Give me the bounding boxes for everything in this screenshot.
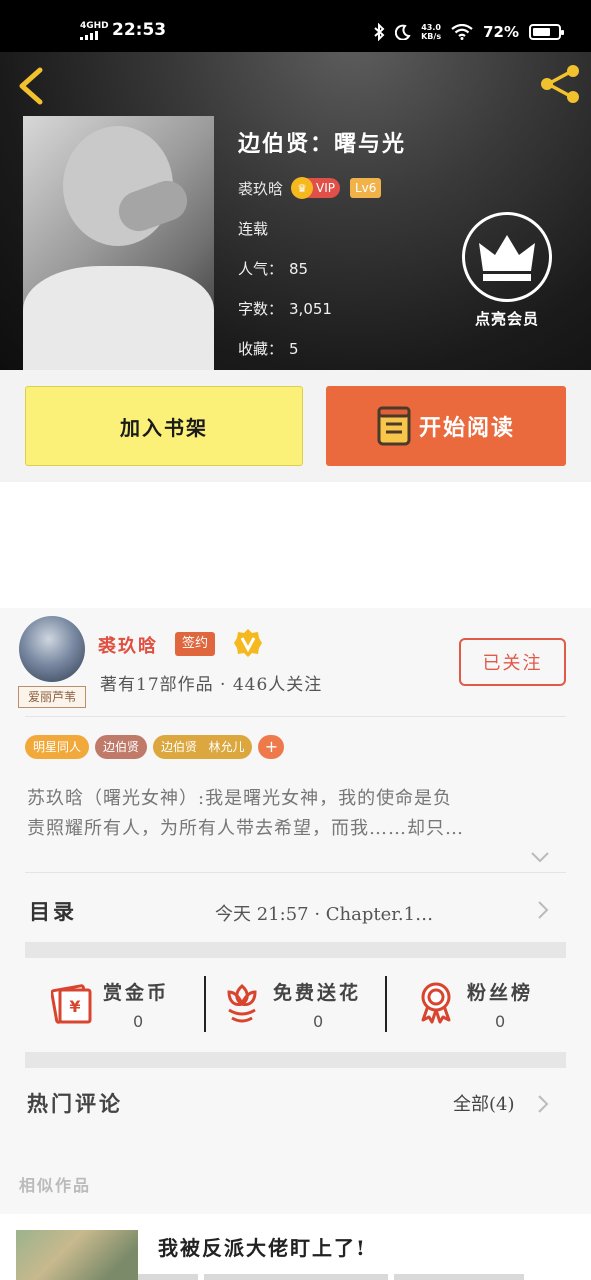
hot-comments-row[interactable]: 热门评论 全部(4) bbox=[25, 1070, 566, 1140]
add-tag-button[interactable]: + bbox=[258, 735, 285, 759]
avatar-frame-tag: 爱丽芦苇 bbox=[18, 686, 86, 708]
share-icon[interactable] bbox=[538, 62, 582, 106]
book-detail-screen: 4GHD 22:53 43.0 KB/s 72% 边伯贤：曙与光 裘玖晗 ♛ VIP bbox=[0, 0, 591, 1280]
crown-icon: ♛ bbox=[291, 177, 314, 199]
placeholder-bar bbox=[138, 1274, 198, 1280]
section-separator bbox=[25, 1052, 566, 1068]
similar-works-heading: 相似作品 bbox=[19, 1176, 92, 1195]
author-card: 爱丽芦苇 裘玖晗 签约 著有17部作品 · 446人关注 已关注 明星同人 边伯… bbox=[0, 608, 591, 1188]
author-name[interactable]: 裘玖晗 bbox=[238, 178, 283, 199]
author-avatar[interactable] bbox=[19, 616, 85, 682]
all-comments-link[interactable]: 全部(4) bbox=[453, 1090, 515, 1116]
follow-button[interactable]: 已关注 bbox=[459, 638, 566, 686]
gift-row: ¥ 赏金币 0 免费送花 0 粉丝榜 0 bbox=[25, 960, 566, 1052]
net-speed: 43.0 KB/s bbox=[421, 23, 442, 41]
placeholder-bar bbox=[394, 1274, 524, 1280]
tag[interactable]: 边伯贤 bbox=[95, 735, 148, 759]
latest-chapter: 今天 21:57 · Chapter.1… bbox=[215, 904, 434, 925]
gift-label: 粉丝榜 bbox=[467, 982, 534, 1004]
author-stats: 著有17部作品 · 446人关注 bbox=[100, 675, 323, 695]
vip-badge: ♛ VIP bbox=[291, 177, 340, 199]
add-to-shelf-button[interactable]: 加入书架 bbox=[25, 386, 303, 466]
tag[interactable]: 明星同人 bbox=[25, 735, 90, 759]
section-separator bbox=[25, 942, 566, 958]
book-header: 4GHD 22:53 43.0 KB/s 72% 边伯贤：曙与光 裘玖晗 ♛ VIP bbox=[0, 0, 591, 370]
tag-list: 明星同人 边伯贤 边伯贤 林允儿 + bbox=[25, 735, 285, 759]
gift-value: 0 bbox=[313, 1012, 324, 1031]
table-of-contents-row[interactable]: 目录 今天 21:57 · Chapter.1… bbox=[25, 878, 566, 942]
ribbon-medal-icon bbox=[421, 982, 451, 1024]
battery-percent: 72% bbox=[483, 23, 519, 41]
network-indicator: 4GHD bbox=[80, 22, 109, 43]
book-icon bbox=[377, 406, 411, 446]
action-bar: 加入书架 开始阅读 bbox=[0, 370, 591, 482]
battery-icon bbox=[529, 24, 564, 40]
hot-comments-label: 热门评论 bbox=[27, 1091, 123, 1116]
battery-fill bbox=[533, 28, 551, 36]
clock: 22:53 bbox=[112, 20, 167, 40]
signed-badge: 签约 bbox=[175, 632, 216, 656]
tag[interactable]: 边伯贤 林允儿 bbox=[153, 735, 253, 759]
serial-status: 连载 bbox=[238, 220, 269, 238]
wifi-icon bbox=[451, 24, 473, 40]
moon-icon bbox=[395, 24, 411, 40]
divider bbox=[25, 872, 566, 873]
gift-label: 赏金币 bbox=[103, 982, 170, 1004]
gift-label: 免费送花 bbox=[273, 982, 362, 1004]
member-label: 点亮会员 bbox=[474, 310, 539, 328]
favorites-stat: 收藏： 5 bbox=[238, 340, 299, 358]
back-arrow-icon[interactable] bbox=[16, 66, 46, 106]
divider bbox=[385, 976, 387, 1032]
book-cover bbox=[23, 116, 214, 370]
placeholder-bar bbox=[204, 1274, 388, 1280]
red-envelope-icon: ¥ bbox=[51, 984, 92, 1024]
popularity-stat: 人气： 85 bbox=[238, 260, 309, 278]
gift-value: 0 bbox=[495, 1012, 506, 1031]
chevron-down-icon[interactable] bbox=[530, 850, 550, 864]
divider bbox=[204, 976, 206, 1032]
member-ring bbox=[462, 212, 552, 302]
reward-coins-button[interactable]: ¥ 赏金币 0 bbox=[51, 972, 201, 1040]
member-button[interactable]: 点亮会员 bbox=[462, 212, 552, 329]
signal-icon bbox=[80, 31, 98, 40]
level-badge: Lv6 bbox=[350, 178, 382, 198]
start-reading-button[interactable]: 开始阅读 bbox=[326, 386, 566, 466]
ad-placeholder bbox=[0, 482, 591, 608]
book-title: 边伯贤：曙与光 bbox=[238, 131, 407, 157]
bluetooth-icon bbox=[374, 23, 385, 41]
author-card-name[interactable]: 裘玖晗 bbox=[98, 632, 158, 658]
fan-ranking-button[interactable]: 粉丝榜 0 bbox=[415, 972, 565, 1040]
chevron-right-icon bbox=[538, 1095, 549, 1113]
free-flowers-button[interactable]: 免费送花 0 bbox=[221, 972, 371, 1040]
verified-icon bbox=[234, 629, 262, 657]
similar-book-title: 我被反派大佬盯上了! bbox=[158, 1236, 367, 1260]
similar-book-cover bbox=[16, 1230, 138, 1280]
status-icons: 43.0 KB/s 72% bbox=[373, 18, 564, 46]
similar-book-card[interactable]: 我被反派大佬盯上了! bbox=[0, 1214, 591, 1280]
gift-value: 0 bbox=[133, 1012, 144, 1031]
author-row: 裘玖晗 ♛ VIP Lv6 bbox=[238, 176, 382, 200]
crown-icon bbox=[479, 235, 535, 281]
divider bbox=[25, 716, 566, 717]
svg-text:¥: ¥ bbox=[69, 997, 80, 1016]
word-count-stat: 字数： 3,051 bbox=[238, 300, 332, 318]
start-reading-label: 开始阅读 bbox=[418, 415, 515, 441]
status-bar: 4GHD 22:53 43.0 KB/s 72% bbox=[0, 0, 591, 52]
book-intro[interactable]: 苏玖晗（曙光女神）:我是曙光女神，我的使命是负 责照耀所有人，为所有人带去希望，… bbox=[27, 784, 572, 844]
toc-label: 目录 bbox=[29, 899, 77, 924]
chevron-right-icon bbox=[538, 901, 549, 919]
flower-icon bbox=[227, 984, 257, 1023]
network-type: 4GHD bbox=[80, 21, 109, 31]
